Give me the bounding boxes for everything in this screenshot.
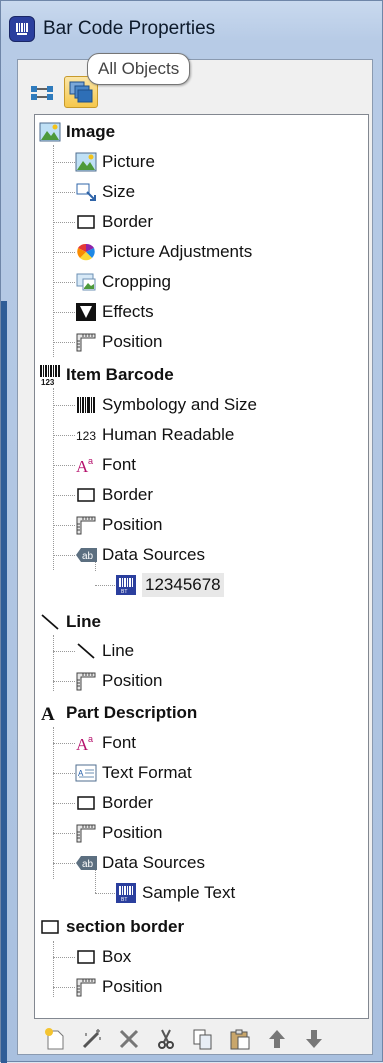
title-bar[interactable]: Bar Code Properties (9, 9, 215, 49)
paste-button[interactable] (225, 1024, 255, 1054)
data-source-barcode-icon: BT (115, 882, 137, 904)
window-edge (1, 301, 7, 1063)
box-icon (39, 916, 61, 938)
new-button[interactable] (40, 1024, 70, 1054)
data-source-barcode-icon: BT (115, 574, 137, 596)
tree-item-font[interactable]: Aa Font (75, 728, 136, 758)
line-icon (39, 611, 61, 633)
object-link-button[interactable] (26, 77, 58, 107)
tree-node-line[interactable]: Line (39, 607, 101, 637)
position-ruler-icon (75, 976, 97, 998)
svg-text:ab: ab (82, 859, 94, 870)
object-link-icon (31, 86, 53, 100)
tree-node-label: section border (66, 917, 185, 936)
move-down-button[interactable] (299, 1024, 329, 1054)
border-icon (75, 484, 97, 506)
tree-item-position[interactable]: Position (75, 666, 162, 696)
tree-item-picture-adjustments[interactable]: Picture Adjustments (75, 237, 252, 267)
tree-actions-toolbar (34, 1021, 369, 1057)
paste-icon (230, 1029, 250, 1050)
copy-button[interactable] (188, 1024, 218, 1054)
svg-text:ab: ab (82, 551, 94, 562)
data-source-value-item[interactable]: BT 12345678 (115, 570, 224, 600)
text-object-icon: A (39, 702, 61, 724)
tree-node-item-barcode[interactable]: 123 Item Barcode (39, 360, 174, 390)
picture-icon (75, 151, 97, 173)
delete-button[interactable] (114, 1024, 144, 1054)
tree-item-font[interactable]: Aa Font (75, 450, 136, 480)
tree-node-section-border[interactable]: section border (39, 912, 184, 942)
line-icon (75, 640, 97, 662)
tree-item-human-readable[interactable]: 123 Human Readable (75, 420, 234, 450)
copy-icon (193, 1029, 212, 1050)
effects-icon (75, 301, 97, 323)
bar-code-properties-window: Bar Code Properties All Objects Image Pi… (0, 0, 383, 1063)
all-objects-tooltip: All Objects (87, 53, 191, 85)
tree-node-part-description[interactable]: A Part Description (39, 698, 197, 728)
move-up-icon (269, 1030, 285, 1048)
delete-icon (119, 1029, 139, 1049)
move-up-button[interactable] (262, 1024, 292, 1054)
color-wheel-icon (75, 241, 97, 263)
all-objects-icon (69, 81, 93, 103)
magic-wand-button[interactable] (77, 1024, 107, 1054)
object-tree[interactable]: Image Picture Size Border Picture Adjust… (34, 114, 369, 1019)
tree-item-cropping[interactable]: Cropping (75, 267, 171, 297)
font-icon: Aa (75, 732, 97, 754)
tree-item-line[interactable]: Line (75, 636, 134, 666)
tree-item-border[interactable]: Border (75, 480, 153, 510)
barcode-123-icon: 123 (39, 364, 61, 386)
text-format-icon: A (75, 762, 97, 784)
data-source-ab-icon: ab (75, 544, 97, 566)
tree-node-image[interactable]: Image (39, 117, 115, 147)
tree-item-effects[interactable]: Effects (75, 297, 154, 327)
tree-item-position[interactable]: Position (75, 972, 162, 1002)
tree-item-text-format[interactable]: A Text Format (75, 758, 192, 788)
svg-text:a: a (88, 456, 93, 466)
tree-item-symbology-and-size[interactable]: Symbology and Size (75, 390, 257, 420)
human-readable-123-icon: 123 (75, 424, 97, 446)
barcode-app-icon (9, 16, 35, 42)
svg-text:BT: BT (121, 589, 127, 595)
tree-item-border[interactable]: Border (75, 207, 153, 237)
tree-item-position[interactable]: Position (75, 327, 162, 357)
tree-node-label: Image (66, 122, 116, 141)
tree-item-data-sources[interactable]: ab Data Sources (75, 848, 205, 878)
border-icon (75, 792, 97, 814)
tree-item-size[interactable]: Size (75, 177, 135, 207)
svg-text:a: a (88, 734, 93, 744)
size-icon (75, 181, 97, 203)
tree-item-data-sources[interactable]: ab Data Sources (75, 540, 205, 570)
crop-icon (75, 271, 97, 293)
svg-text:123: 123 (76, 429, 96, 443)
data-source-ab-icon: ab (75, 852, 97, 874)
position-ruler-icon (75, 331, 97, 353)
svg-text:A: A (41, 704, 55, 723)
tree-item-position[interactable]: Position (75, 510, 162, 540)
position-ruler-icon (75, 670, 97, 692)
move-down-icon (306, 1030, 322, 1048)
svg-text:BT: BT (121, 897, 127, 903)
position-ruler-icon (75, 822, 97, 844)
tree-item-picture[interactable]: Picture (75, 147, 155, 177)
border-icon (75, 211, 97, 233)
tree-node-label: Part Description (66, 703, 198, 722)
tree-item-position[interactable]: Position (75, 818, 162, 848)
magic-wand-icon (82, 1029, 101, 1049)
new-icon (45, 1028, 64, 1050)
window-title: Bar Code Properties (43, 18, 216, 39)
svg-text:123: 123 (41, 378, 55, 386)
barcode-icon (75, 394, 97, 416)
data-source-value-item[interactable]: BT Sample Text (115, 878, 235, 908)
cut-icon (158, 1029, 174, 1049)
position-ruler-icon (75, 514, 97, 536)
image-icon (39, 121, 61, 143)
tree-node-label: Item Barcode (66, 365, 174, 384)
tree-item-border[interactable]: Border (75, 788, 153, 818)
box-icon (75, 946, 97, 968)
cut-button[interactable] (151, 1024, 181, 1054)
tree-node-label: Line (66, 612, 101, 631)
tree-item-box[interactable]: Box (75, 942, 131, 972)
font-icon: Aa (75, 454, 97, 476)
